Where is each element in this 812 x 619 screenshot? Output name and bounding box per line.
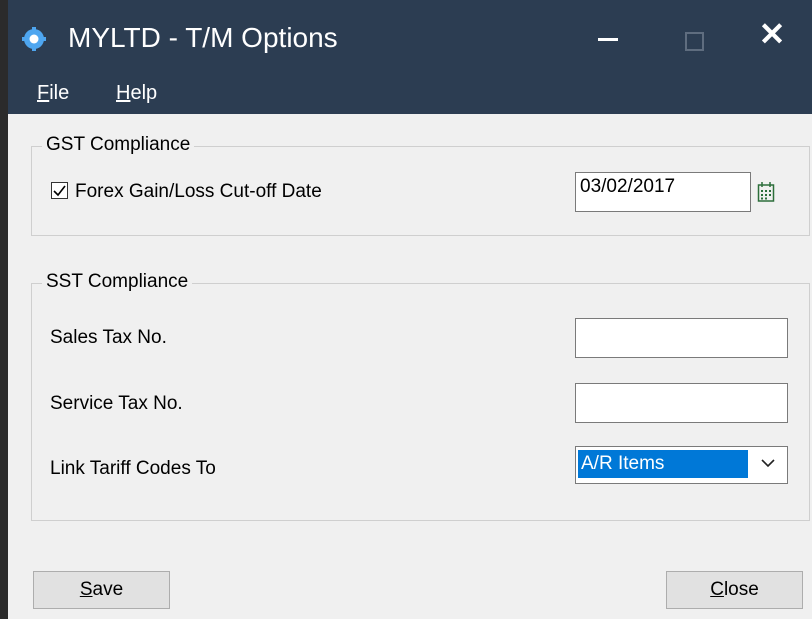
save-accel: S	[79, 579, 93, 600]
checkmark-icon	[53, 185, 66, 197]
link-tariff-label: Link Tariff Codes To	[50, 458, 216, 479]
chevron-down-icon[interactable]	[759, 453, 777, 473]
service-tax-label: Service Tax No.	[50, 393, 183, 414]
close-accel: C	[710, 579, 724, 600]
forex-cutoff-label[interactable]: Forex Gain/Loss Cut-off Date	[75, 181, 322, 203]
maximize-icon	[685, 32, 704, 51]
menu-help-accel: H	[116, 82, 131, 104]
service-tax-input[interactable]	[575, 383, 788, 423]
forex-cutoff-date-input[interactable]: 03/02/2017	[575, 172, 751, 212]
window-close-button[interactable]: ✕	[742, 12, 802, 62]
menu-file-label: ile	[49, 82, 70, 104]
menu-file[interactable]: File	[37, 82, 69, 105]
sales-tax-label: Sales Tax No.	[50, 327, 167, 348]
gst-group-title: GST Compliance	[42, 134, 195, 156]
calendar-icon[interactable]	[757, 181, 775, 203]
menu-file-accel: F	[37, 82, 50, 104]
close-label: lose	[723, 579, 759, 600]
menu-bar: File Help	[8, 74, 812, 114]
options-window: MYLTD - T/M Options ✕ File Help GST Comp…	[8, 0, 812, 619]
title-bar[interactable]: MYLTD - T/M Options ✕	[8, 0, 812, 74]
sales-tax-input[interactable]	[575, 318, 788, 358]
minimize-icon	[598, 38, 618, 41]
menu-help-label: elp	[130, 82, 158, 104]
minimize-button[interactable]	[578, 12, 638, 62]
sst-group-title: SST Compliance	[42, 271, 193, 293]
save-label: ave	[92, 579, 124, 600]
gear-icon	[22, 27, 46, 51]
forex-cutoff-checkbox[interactable]	[51, 182, 68, 199]
window-title: MYLTD - T/M Options	[68, 22, 338, 53]
menu-help[interactable]: Help	[116, 82, 157, 105]
link-tariff-value: A/R Items	[578, 450, 748, 478]
close-icon: ✕	[758, 16, 786, 52]
link-tariff-select[interactable]: A/R Items	[575, 446, 788, 484]
maximize-button[interactable]	[662, 12, 722, 62]
save-button[interactable]: Save	[33, 571, 170, 609]
close-button[interactable]: Close	[666, 571, 803, 609]
